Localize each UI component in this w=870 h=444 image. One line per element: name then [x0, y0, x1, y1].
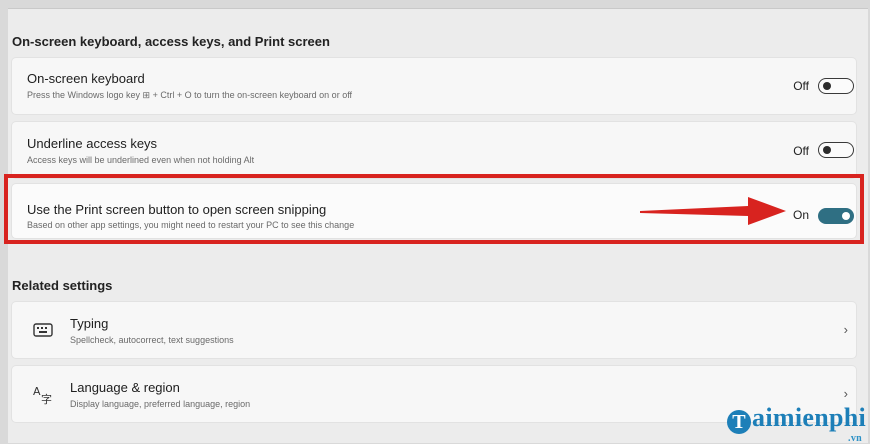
related-title: Typing: [70, 316, 109, 331]
toggle-knob: [823, 81, 831, 90]
related-subtitle: Spellcheck, autocorrect, text suggestion…: [70, 335, 234, 345]
toggle-area: Off: [766, 58, 856, 114]
svg-text:A: A: [33, 385, 41, 398]
toggle-state-label: Off: [793, 79, 809, 93]
language-icon: A 字: [33, 385, 52, 405]
toggle-area: Off: [766, 122, 856, 178]
keyboard-icon: [33, 323, 53, 337]
watermark-logo: Taimienphi .vn: [727, 403, 866, 444]
setting-subtitle: Press the Windows logo key ⊞ + Ctrl + O …: [27, 90, 353, 100]
watermark-text: aimienphi: [752, 403, 866, 432]
chevron-right-icon: ›: [843, 386, 848, 401]
watermark-initial: T: [727, 410, 752, 434]
toggle-state-label: Off: [793, 144, 809, 158]
setting-subtitle: Access keys will be underlined even when…: [27, 155, 255, 165]
related-title: Language & region: [70, 380, 180, 395]
chevron-right-icon: ›: [843, 322, 848, 337]
section-title-keyboard: On-screen keyboard, access keys, and Pri…: [12, 34, 330, 49]
toggle-knob: [823, 145, 831, 154]
related-row-typing[interactable]: Typing Spellcheck, autocorrect, text sug…: [12, 302, 856, 358]
onscreen-keyboard-toggle[interactable]: [818, 78, 854, 94]
section-title-related: Related settings: [12, 278, 113, 293]
svg-text:字: 字: [41, 392, 52, 405]
related-subtitle: Display language, preferred language, re…: [70, 399, 251, 409]
setting-row-onscreen-keyboard[interactable]: On-screen keyboard Press the Windows log…: [12, 58, 856, 114]
setting-title: Underline access keys: [27, 136, 158, 151]
setting-row-underline-access-keys[interactable]: Underline access keys Access keys will b…: [12, 122, 856, 178]
watermark-suffix: .vn: [848, 433, 862, 444]
red-arrow-icon: [640, 197, 786, 225]
underline-access-keys-toggle[interactable]: [818, 142, 854, 158]
setting-title: On-screen keyboard: [27, 71, 145, 86]
